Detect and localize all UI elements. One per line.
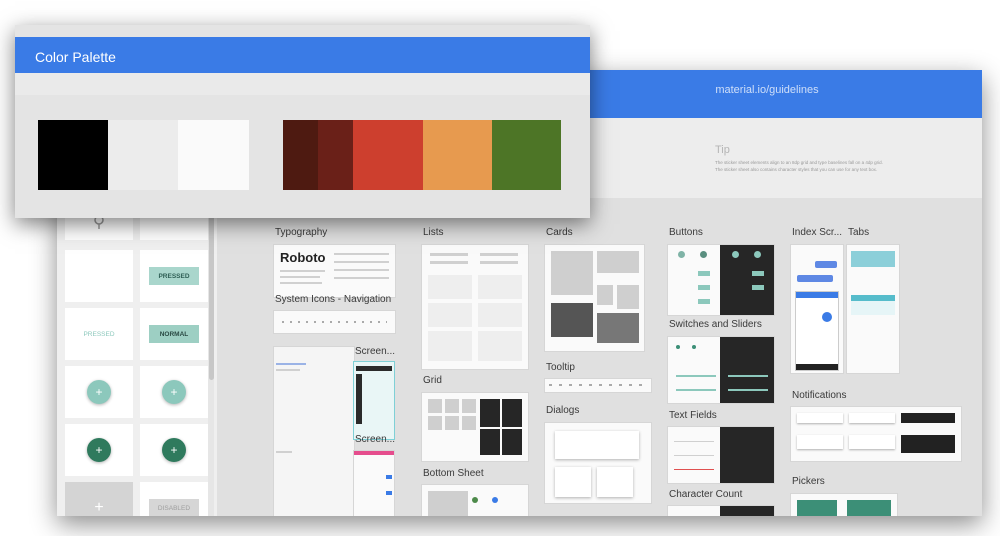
state-tile — [65, 250, 133, 302]
swatch-black[interactable] — [38, 120, 108, 190]
text-fields-board[interactable] — [667, 426, 775, 484]
tooltip-board[interactable] — [544, 378, 652, 393]
dialogs-board[interactable] — [544, 422, 652, 504]
section-label-typography: Typography — [275, 227, 328, 238]
screen-mock-2[interactable] — [353, 450, 395, 516]
section-label-switches-sliders: Switches and Sliders — [669, 319, 762, 330]
typography-sample: Roboto — [280, 250, 326, 265]
guidelines-url[interactable]: material.io/guidelines — [627, 84, 907, 96]
swatch-dark-maroon[interactable] — [283, 120, 318, 190]
section-label-pickers: Pickers — [792, 476, 825, 487]
fab-plus-icon[interactable]: + — [162, 438, 186, 462]
character-count-board[interactable] — [667, 505, 775, 516]
state-tile: + — [65, 366, 133, 418]
swatch-red[interactable] — [353, 120, 423, 190]
section-label-index-scroll: Index Scr... — [792, 227, 843, 238]
section-label-bottom-sheet: Bottom Sheet — [423, 468, 484, 479]
cards-board[interactable] — [544, 244, 645, 352]
section-label-tooltip: Tooltip — [546, 362, 575, 373]
notifications-board[interactable] — [790, 406, 962, 462]
section-label-character-count: Character Count — [669, 489, 743, 500]
palette-title: Color Palette — [35, 49, 116, 65]
grid-board[interactable] — [421, 392, 529, 462]
section-label-grid: Grid — [423, 375, 442, 386]
tabs-board[interactable] — [846, 244, 900, 374]
swatch-maroon[interactable] — [318, 120, 353, 190]
switches-sliders-board[interactable] — [667, 336, 775, 404]
palette-subbar — [15, 73, 590, 95]
index-scroll-board[interactable] — [790, 244, 844, 374]
section-label-buttons: Buttons — [669, 227, 703, 238]
state-tile: DISABLED — [140, 482, 208, 516]
system-icons-board[interactable] — [273, 310, 396, 334]
buttons-board[interactable] — [667, 244, 775, 316]
color-palette-window: Color Palette — [15, 25, 590, 218]
fab-plus-icon[interactable]: + — [87, 380, 111, 404]
fab-plus-icon[interactable]: + — [162, 380, 186, 404]
tip-line-2: The sticker sheet also contains characte… — [715, 167, 878, 172]
state-tile: PRESSED — [140, 250, 208, 302]
screen-layout-board[interactable] — [273, 346, 355, 516]
section-label-screen-1: Screen... — [355, 346, 396, 357]
swatch-green[interactable] — [492, 120, 561, 190]
plus-icon: + — [94, 499, 104, 516]
normal-raised-button[interactable]: NORMAL — [149, 325, 199, 343]
pressed-raised-button[interactable]: PRESSED — [149, 267, 199, 285]
state-tile: + — [65, 424, 133, 476]
section-label-system-icons: System Icons - Navigation — [275, 294, 392, 305]
section-label-dialogs: Dialogs — [546, 405, 580, 416]
swatch-orange[interactable] — [423, 120, 492, 190]
state-tile: + — [140, 424, 208, 476]
pickers-board[interactable] — [790, 493, 898, 516]
state-tile: + — [140, 366, 208, 418]
section-label-text-fields: Text Fields — [669, 410, 717, 421]
typography-board[interactable]: Roboto — [273, 244, 396, 298]
screen-mock-1[interactable] — [353, 361, 395, 440]
disabled-raised-button: DISABLED — [149, 499, 199, 516]
section-label-tabs: Tabs — [848, 227, 870, 238]
bottom-sheet-board[interactable] — [421, 484, 529, 516]
state-tile: PRESSED — [65, 308, 133, 360]
state-tile: + — [65, 482, 133, 516]
swatch-light-grey[interactable] — [108, 120, 178, 190]
scrollbar-thumb[interactable] — [209, 210, 214, 380]
swatch-white[interactable] — [178, 120, 249, 190]
section-label-screen-2: Screen... — [355, 434, 396, 445]
section-label-lists: Lists — [423, 227, 444, 238]
section-label-notifications: Notifications — [792, 390, 847, 401]
tip-line-1: The sticker sheet elements align to an 8… — [715, 160, 883, 165]
pressed-flat-button[interactable]: PRESSED — [69, 325, 129, 343]
fab-plus-icon[interactable]: + — [87, 438, 111, 462]
section-label-cards: Cards — [546, 227, 573, 238]
state-tile: NORMAL — [140, 308, 208, 360]
lists-board[interactable] — [421, 244, 529, 370]
tip-title: Tip — [715, 144, 730, 156]
